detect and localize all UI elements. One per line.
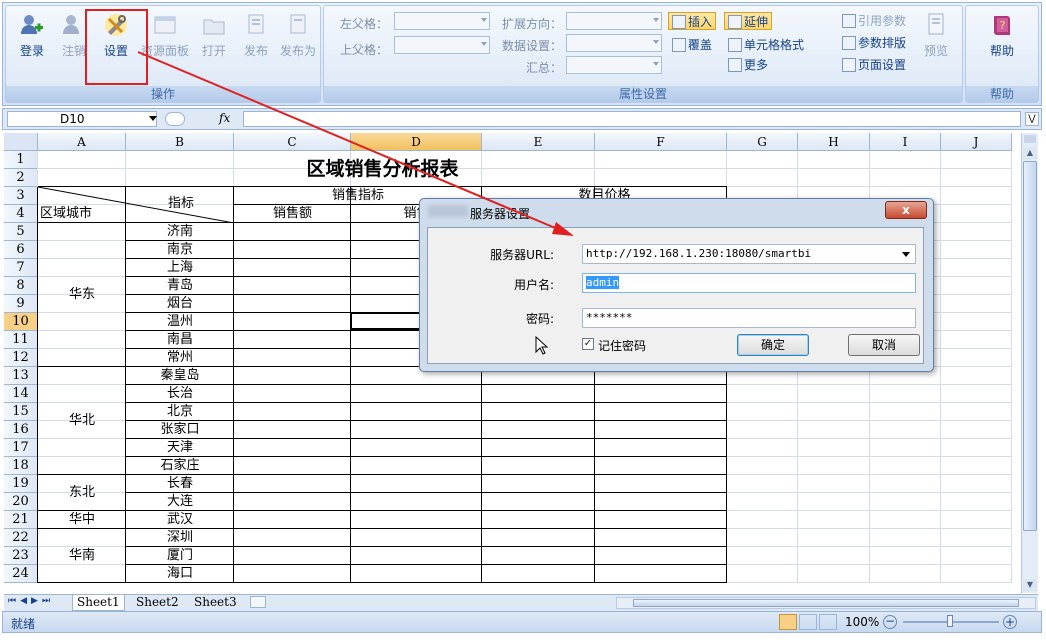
annotation-arrow-head xyxy=(552,222,574,236)
annotation-arrow xyxy=(137,51,574,236)
annotation-arrow-line xyxy=(137,51,561,231)
